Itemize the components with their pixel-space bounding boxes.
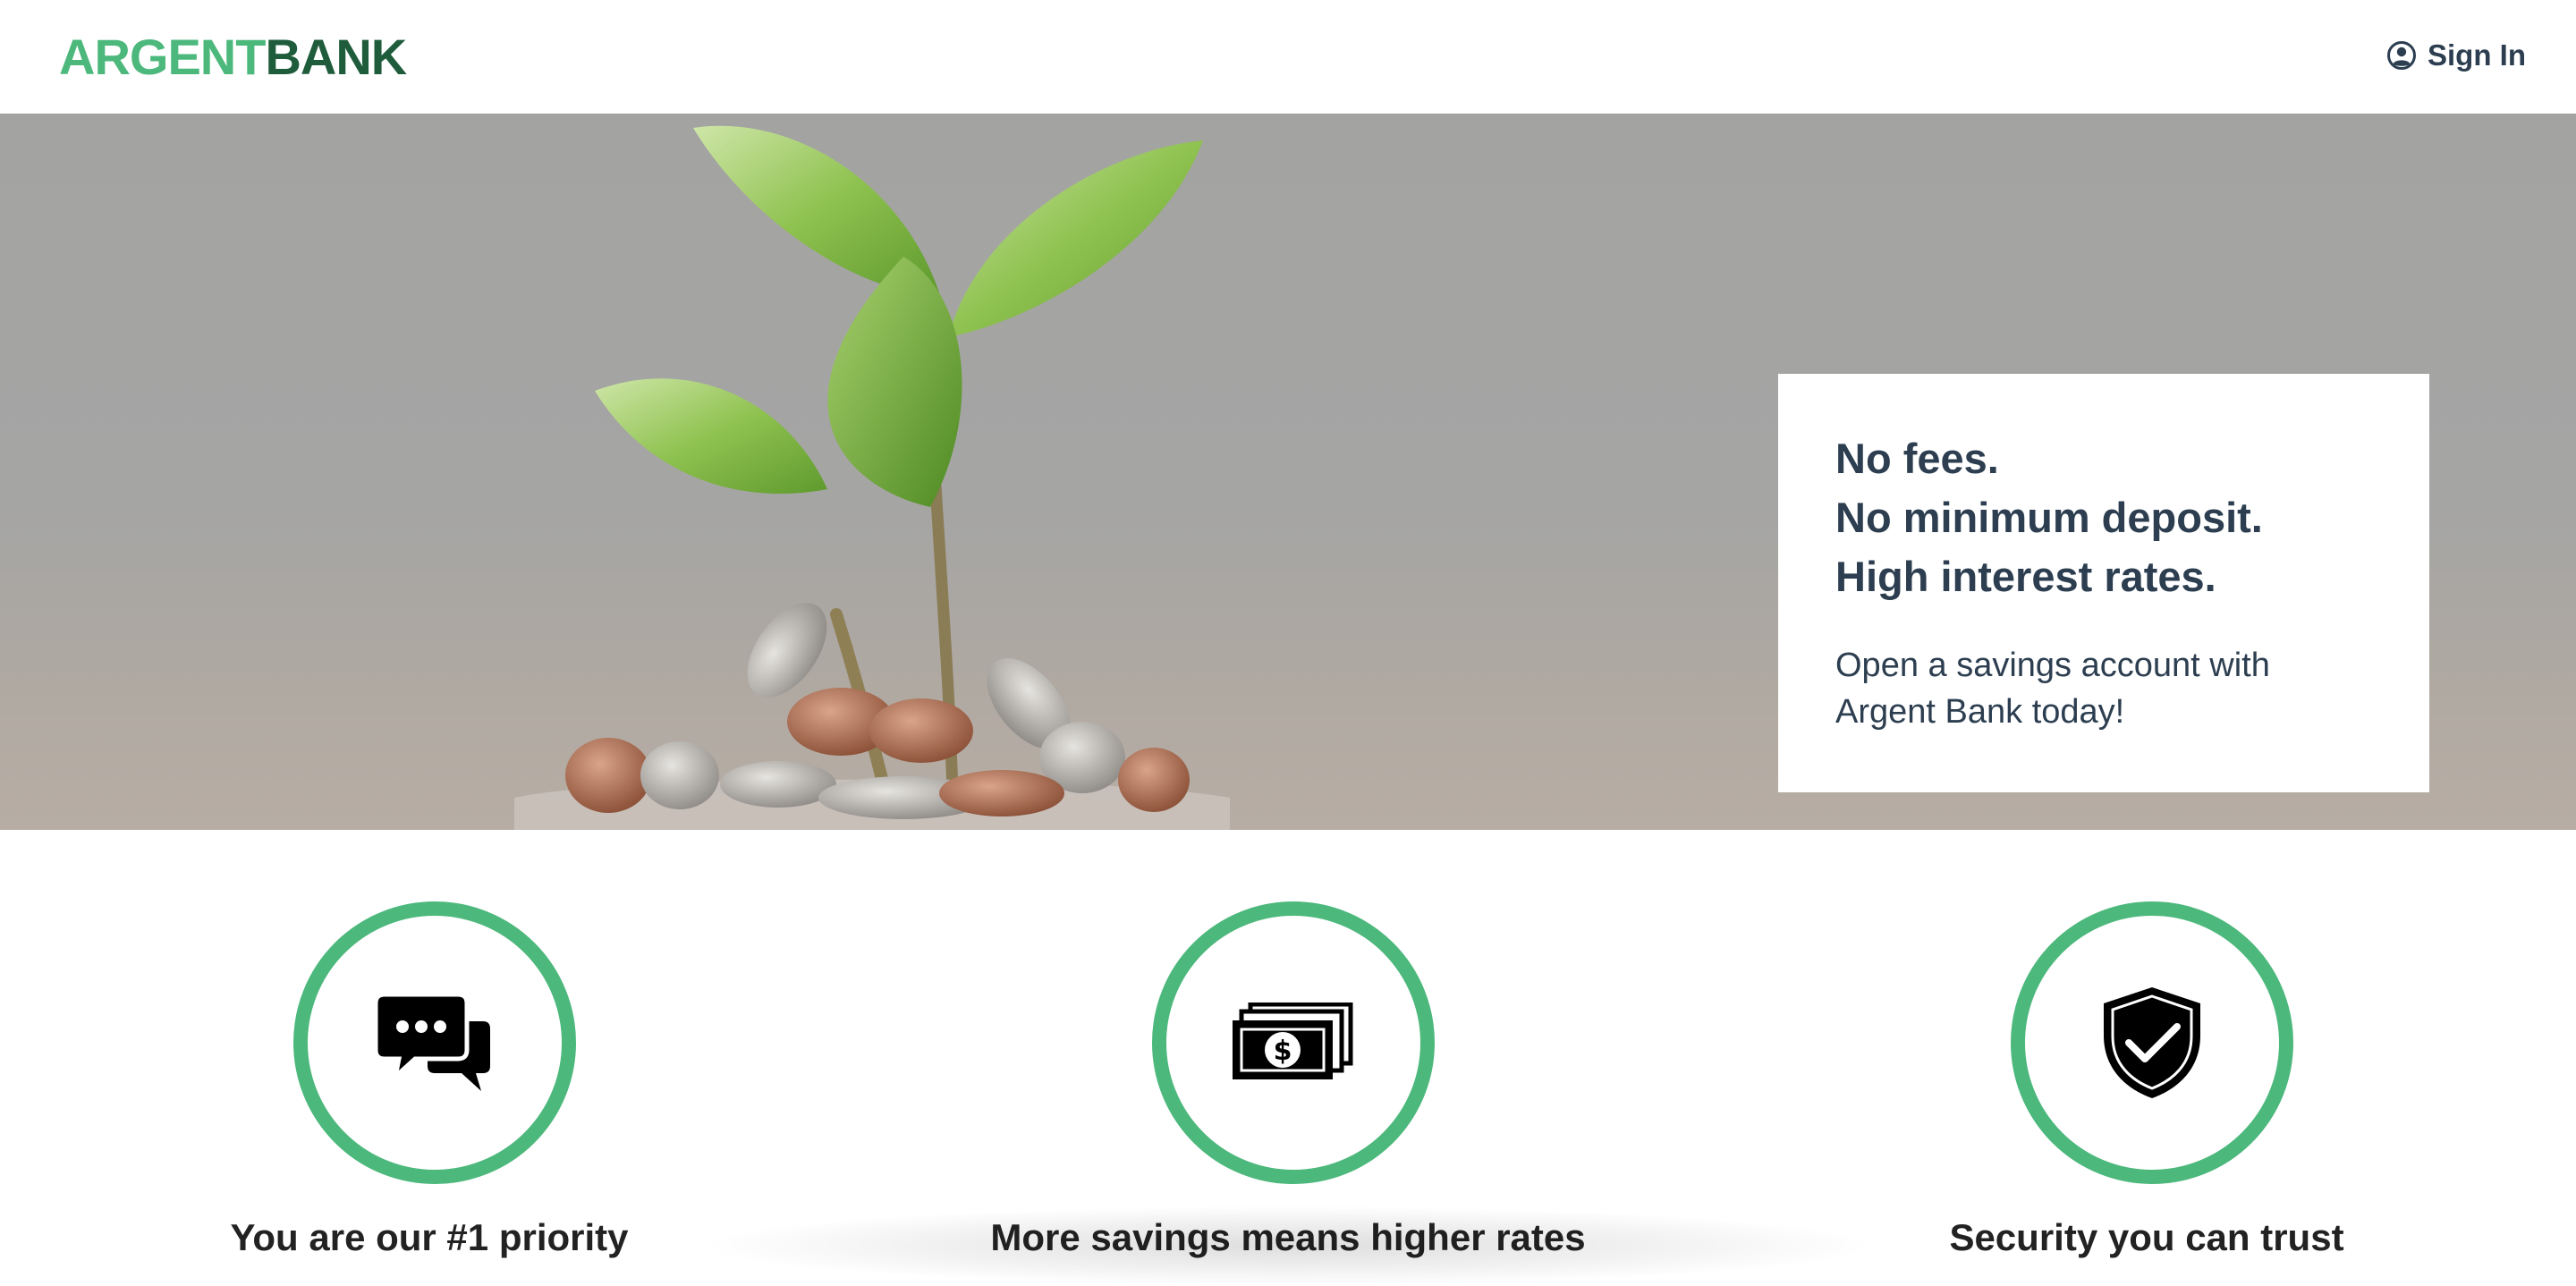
promo-text: Open a savings account with Argent Bank t…	[1835, 647, 2270, 731]
promo-subtitle-2: No minimum deposit.	[1835, 494, 2263, 541]
feature-title-savings: More savings means higher rates	[990, 1216, 1586, 1258]
money-icon: $	[1233, 1003, 1353, 1079]
logo-text-argent: ARGENT	[59, 29, 266, 85]
sign-in-link[interactable]: Sign In	[2386, 34, 2526, 77]
feature-title-security: Security you can trust	[1949, 1216, 2344, 1258]
logo-text-bank: BANK	[265, 29, 407, 85]
promo-subtitle-3: High interest rates.	[1835, 553, 2216, 600]
feature-icon-circle-savings: $	[1152, 901, 1435, 1184]
chat-icon	[376, 992, 490, 1091]
user-circle-icon	[2387, 41, 2416, 70]
hero-banner: No fees. No minimum deposit. High intere…	[0, 114, 2576, 830]
argent-bank-logo[interactable]: ARGENTBANK	[59, 29, 407, 85]
promo-card: No fees. No minimum deposit. High intere…	[1778, 374, 2429, 792]
main-nav: ARGENTBANK Sign In	[0, 0, 2576, 114]
feature-icon-circle-priority	[293, 901, 576, 1184]
promo-subtitle-1: No fees.	[1835, 435, 1999, 482]
features-section: $ You are our #1 priority More savings m…	[0, 830, 2576, 1258]
sign-in-label: Sign In	[2428, 38, 2526, 72]
svg-text:$: $	[1274, 1036, 1292, 1067]
feature-icon-circle-security	[2011, 901, 2293, 1184]
security-icon	[2104, 987, 2200, 1098]
feature-title-priority: You are our #1 priority	[230, 1216, 629, 1258]
